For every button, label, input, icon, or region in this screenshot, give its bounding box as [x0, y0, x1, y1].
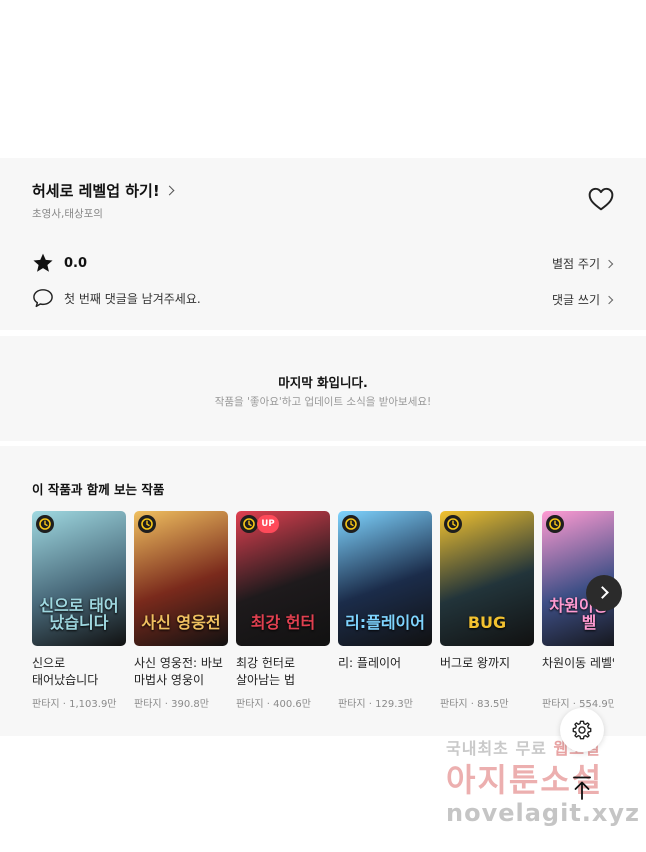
cover-thumbnail: UP 최강 헌터	[236, 511, 330, 646]
rating-value: 0.0	[64, 255, 88, 271]
cover-thumbnail: 사신 영웅전	[134, 511, 228, 646]
work-title: 허세로 레벨업 하기!	[32, 182, 160, 200]
clock-icon	[138, 515, 156, 533]
work-info-card: 허세로 레벨업 하기! 초영사,태상포의 0.0 별점 주기 첫 번째 댓글을 …	[0, 158, 646, 330]
chevron-right-icon	[596, 586, 609, 599]
recommendations-heading: 이 작품과 함께 보는 작품	[32, 482, 165, 497]
clock-icon	[444, 515, 462, 533]
recommendation-title: 신으로 태어났습니다	[32, 656, 99, 688]
cover-title-text: 사신 영웅전	[141, 613, 221, 633]
comment-prompt: 첫 번째 댓글을 남겨주세요.	[64, 291, 201, 306]
watermark-url: novelagit.xyz	[446, 799, 641, 827]
clock-icon	[546, 515, 564, 533]
cover-title-text: 리:플레이어	[345, 613, 425, 633]
recommendation-title: 차원이동 레벨업	[542, 656, 614, 670]
chevron-right-icon	[604, 259, 614, 268]
scroll-top-button[interactable]	[562, 770, 602, 806]
clock-icon	[240, 515, 258, 533]
recommendation-card[interactable]: 리:플레이어 리: 플레이어 판타지 · 129.3만	[338, 511, 432, 710]
recommendations-section: 이 작품과 함께 보는 작품 신으로 태어났습니다 신으로 태어났습니다 판타지…	[0, 446, 646, 736]
cover-thumbnail: 리:플레이어	[338, 511, 432, 646]
recommendation-meta: 판타지 · 83.5만	[440, 699, 509, 710]
cover-thumbnail: 신으로 태어났습니다	[32, 511, 126, 646]
write-comment-label: 댓글 쓰기	[552, 293, 600, 307]
work-title-link[interactable]: 허세로 레벨업 하기!	[32, 180, 175, 201]
write-comment-button[interactable]: 댓글 쓰기	[552, 291, 614, 308]
heart-icon[interactable]	[588, 187, 614, 211]
recommendation-title: 리: 플레이어	[338, 656, 402, 670]
recommendation-title: 사신 영웅전: 바보 마법사 영웅이 되다	[134, 656, 223, 688]
last-episode-subtitle: 작품을 '좋아요'하고 업데이트 소식을 받아보세요!	[214, 396, 432, 408]
up-badge: UP	[257, 515, 279, 533]
cover-title-text: BUG	[467, 613, 507, 633]
cover-title-text: 신으로 태어났습니다	[39, 596, 119, 633]
settings-button[interactable]	[560, 708, 604, 752]
gear-icon	[572, 720, 592, 740]
recommendation-card[interactable]: BUG 버그로 왕까지 판타지 · 83.5만	[440, 511, 534, 710]
recommendations-carousel: 신으로 태어났습니다 신으로 태어났습니다 판타지 · 1,103.9만 사신 …	[32, 511, 614, 721]
rate-button-label: 별점 주기	[552, 257, 600, 271]
chevron-right-icon	[604, 295, 614, 304]
clock-icon	[36, 515, 54, 533]
recommendation-meta: 판타지 · 1,103.9만	[32, 699, 117, 710]
cover-title-text: 최강 헌터	[250, 613, 316, 633]
speech-bubble-icon	[33, 289, 53, 308]
last-episode-notice: 마지막 화입니다. 작품을 '좋아요'하고 업데이트 소식을 받아보세요!	[0, 336, 646, 441]
recommendation-card[interactable]: UP 최강 헌터 최강 헌터로 살아남는 법 판타지 · 400.6만	[236, 511, 330, 710]
cover-thumbnail: BUG	[440, 511, 534, 646]
recommendation-title: 버그로 왕까지	[440, 656, 511, 670]
last-episode-title: 마지막 화입니다.	[278, 375, 368, 390]
recommendation-title: 최강 헌터로 살아남는 법	[236, 656, 296, 688]
star-icon	[33, 253, 53, 272]
recommendation-card[interactable]: 신으로 태어났습니다 신으로 태어났습니다 판타지 · 1,103.9만	[32, 511, 126, 710]
carousel-next-button[interactable]	[586, 575, 622, 611]
work-authors: 초영사,태상포의	[32, 208, 103, 220]
viewer-blank-area	[0, 0, 646, 158]
chevron-right-icon	[164, 185, 175, 196]
comment-row[interactable]: 첫 번째 댓글을 남겨주세요.	[32, 288, 201, 308]
clock-icon	[342, 515, 360, 533]
arrow-up-icon	[573, 776, 591, 800]
recommendation-meta: 판타지 · 390.8만	[134, 699, 209, 710]
rating-row: 0.0	[32, 252, 87, 274]
recommendation-card[interactable]: 사신 영웅전 사신 영웅전: 바보 마법사 영웅이 되다 판타지 · 390.8…	[134, 511, 228, 710]
recommendation-meta: 판타지 · 400.6만	[236, 699, 311, 710]
rate-button[interactable]: 별점 주기	[552, 255, 614, 272]
recommendation-meta: 판타지 · 129.3만	[338, 699, 413, 710]
